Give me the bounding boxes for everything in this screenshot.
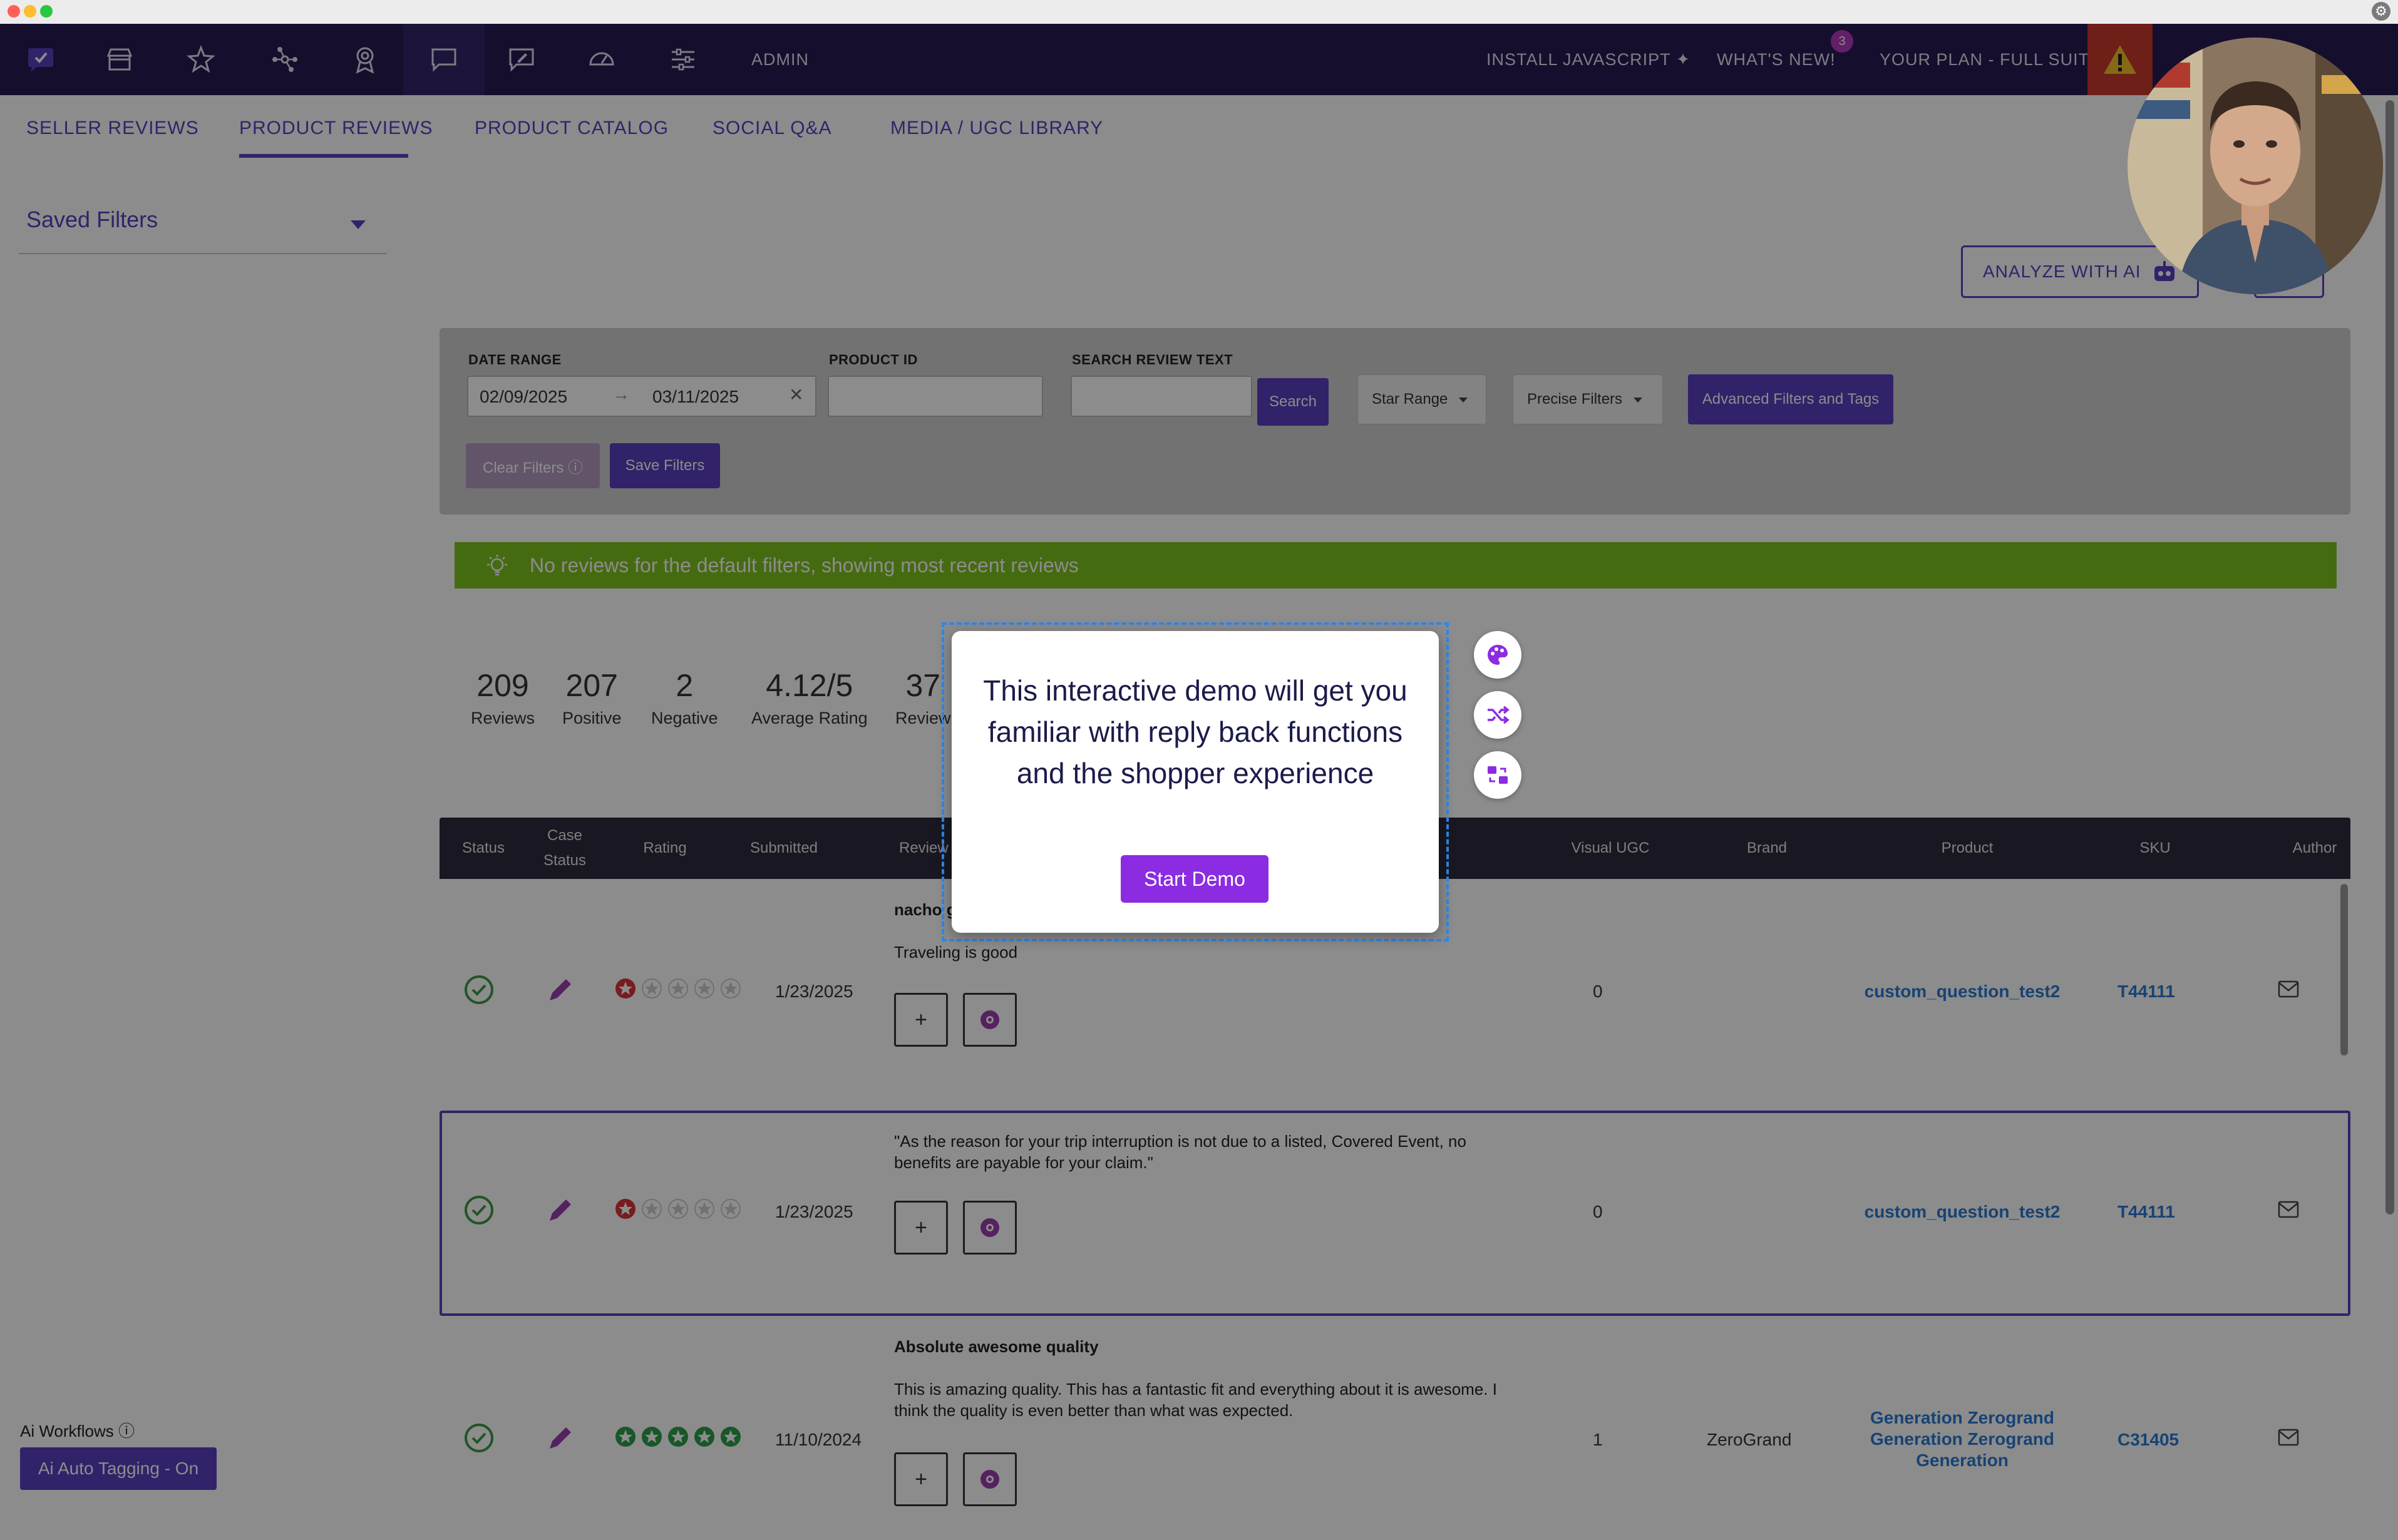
minimize-window-icon[interactable] <box>24 5 36 18</box>
demo-message: This interactive demo will get you famil… <box>983 674 1407 789</box>
maximize-window-icon[interactable] <box>40 5 53 18</box>
close-window-icon[interactable] <box>8 5 20 18</box>
swap-icon[interactable] <box>1474 751 1521 799</box>
shuffle-icon[interactable] <box>1474 691 1521 739</box>
palette-icon[interactable] <box>1474 631 1521 679</box>
settings-gear-icon[interactable]: ⚙ <box>2372 2 2390 21</box>
demo-dialog: This interactive demo will get you famil… <box>952 631 1439 933</box>
window-titlebar: ⚙ <box>0 0 2398 24</box>
start-demo-button[interactable]: Start Demo <box>1121 855 1268 903</box>
presenter-webcam <box>2128 38 2383 294</box>
